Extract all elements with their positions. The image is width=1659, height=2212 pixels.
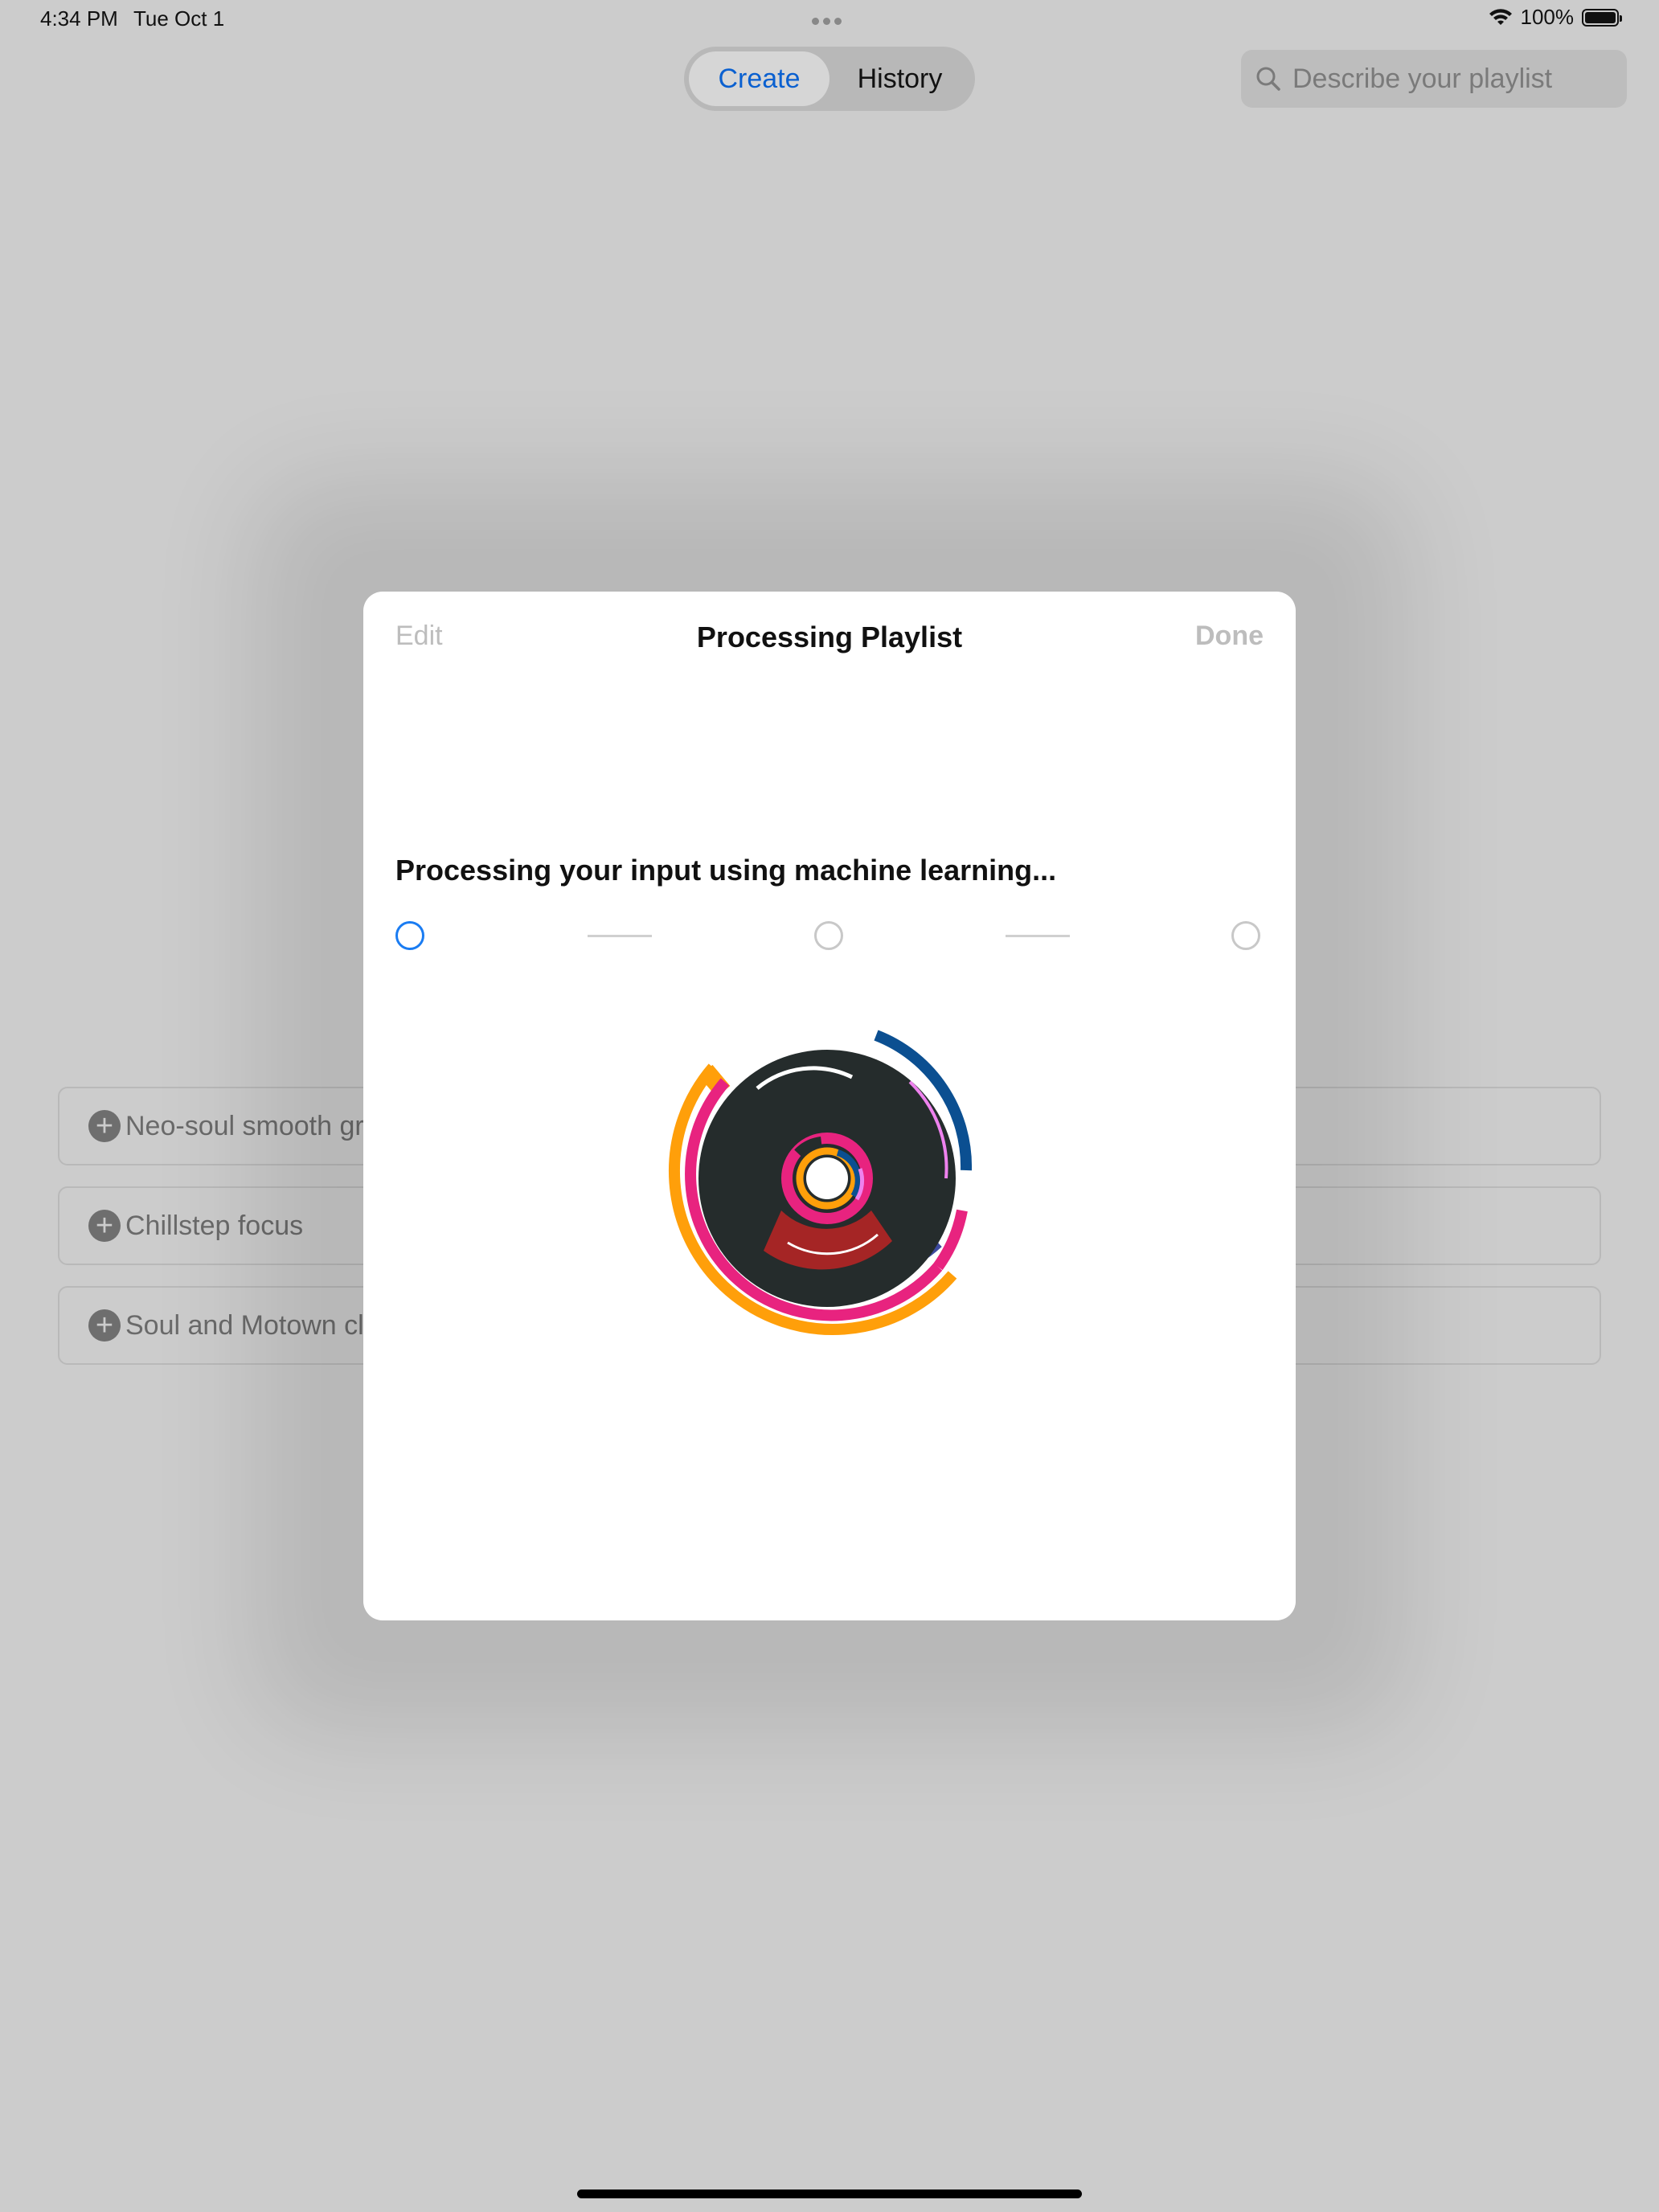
plus-circle-icon[interactable]: + — [88, 1110, 121, 1142]
status-indicators: 100% — [1489, 5, 1622, 30]
modal-title: Processing Playlist — [696, 621, 963, 653]
playlist-label: Soul and Motown cla — [125, 1309, 379, 1341]
playlist-label: Neo-soul smooth gr — [125, 1110, 364, 1141]
magnifying-glass-icon — [1256, 67, 1280, 91]
music-disc-icon — [668, 1030, 973, 1336]
status-date: Tue Oct 1 — [133, 6, 225, 31]
battery-icon — [1582, 8, 1622, 27]
step-indicator-1 — [395, 921, 424, 950]
plus-circle-icon[interactable]: + — [88, 1210, 121, 1242]
tab-create[interactable]: Create — [689, 51, 830, 106]
status-time: 4:34 PM — [40, 6, 118, 31]
processing-modal: Edit Processing Playlist Done Processing… — [363, 592, 1296, 1620]
processing-message: Processing your input using machine lear… — [395, 854, 1057, 887]
step-connector — [1006, 935, 1070, 937]
playlist-label: Chillstep focus — [125, 1210, 304, 1241]
step-indicator-2 — [814, 921, 843, 950]
step-connector — [588, 935, 652, 937]
tab-history[interactable]: History — [830, 51, 970, 106]
done-button[interactable]: Done — [1195, 621, 1264, 652]
step-indicator-3 — [1231, 921, 1260, 950]
create-history-segmented-control: Create History — [684, 47, 975, 111]
search-placeholder: Describe your playlist — [1292, 63, 1553, 94]
home-indicator[interactable] — [577, 2189, 1082, 2198]
wifi-icon — [1489, 8, 1512, 25]
plus-circle-icon[interactable]: + — [88, 1309, 121, 1342]
battery-percent: 100% — [1520, 5, 1575, 29]
multitasking-dots[interactable] — [812, 14, 847, 25]
search-field[interactable]: Describe your playlist — [1241, 50, 1627, 108]
